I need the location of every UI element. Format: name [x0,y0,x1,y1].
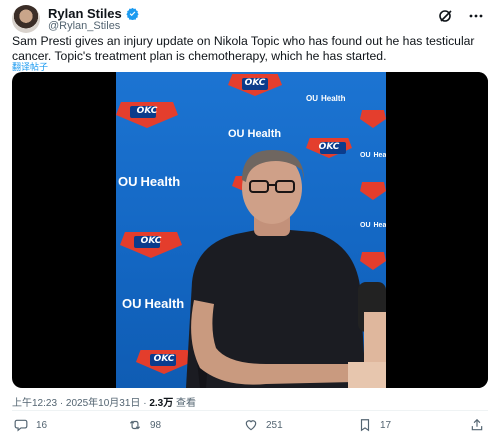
more-icon[interactable] [468,8,484,24]
share-button[interactable] [470,418,484,432]
letterbox-right [386,72,488,388]
like-count: 251 [266,419,283,431]
author-name[interactable]: Rylan Stiles [48,6,122,21]
verified-badge-icon [126,7,139,20]
tweet-date[interactable]: 2025年10月31日 [66,398,141,409]
share-icon [471,418,483,431]
tweet-meta: 上午12:23 · 2025年10月31日 · 2.3万 查看 [12,398,196,409]
repost-count: 98 [150,419,162,431]
tweet-header: Rylan Stiles @Rylan_Stiles [12,4,488,33]
reply-count: 16 [36,419,48,431]
header-actions [438,8,484,24]
video-player[interactable]: OKC OKC OKC OKC OKC OKC OUHealth OUHealt… [12,72,488,388]
avatar[interactable] [12,5,40,33]
tweet-time[interactable]: 上午12:23 [12,398,57,409]
repost-icon [129,420,141,430]
reply-button[interactable]: 16 [14,418,47,432]
grok-icon[interactable] [438,8,454,24]
bookmark-count: 17 [380,419,392,431]
author-handle[interactable]: @Rylan_Stiles [48,20,120,32]
tweet-text: Sam Presti gives an injury update on Nik… [12,34,475,63]
speaker-figure [186,150,386,388]
action-bar: 16 98 251 17 [12,416,488,436]
view-label: 查看 [176,398,196,409]
bookmark-icon [360,419,370,432]
repost-button[interactable]: 98 [128,418,161,432]
divider [12,410,488,411]
author-name-row[interactable]: Rylan Stiles [48,6,139,21]
like-button[interactable]: 251 [244,418,283,432]
video-frame[interactable]: OKC OKC OKC OKC OKC OKC OUHealth OUHealt… [116,72,386,388]
view-count: 2.3万 [149,398,174,409]
bookmark-button[interactable]: 17 [358,418,391,432]
reply-icon [14,419,28,432]
heart-icon [245,420,257,431]
